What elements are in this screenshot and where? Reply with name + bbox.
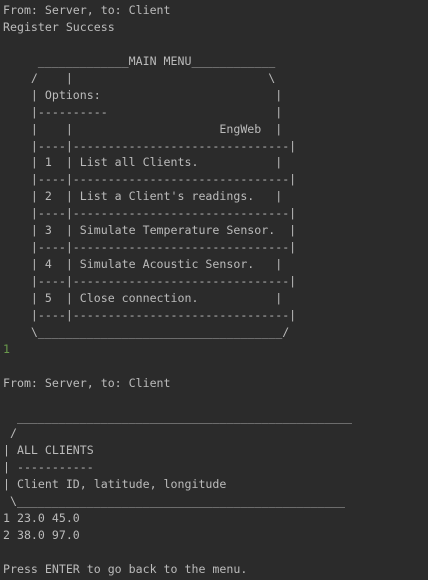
clients-box-title: | ALL CLIENTS	[3, 443, 94, 458]
clients-box-underline: | -----------	[3, 460, 94, 475]
menu-divider: |----|-------------------------------|	[3, 307, 297, 322]
menu-box-corner: / | \	[3, 70, 276, 85]
menu-divider: |----|-------------------------------|	[3, 172, 297, 187]
menu-option-4: | 4 | Simulate Acoustic Sensor. |	[3, 257, 283, 272]
clients-columns-header: | Client ID, latitude, longitude	[3, 477, 227, 492]
menu-box-top-border: _____________MAIN MENU____________	[3, 53, 276, 68]
menu-option-1: | 1 | List all Clients. |	[3, 155, 283, 170]
menu-option-3: | 3 | Simulate Temperature Sensor. |	[3, 223, 297, 238]
menu-brand-row: | | EngWeb |	[3, 121, 283, 136]
client-row: 1 23.0 45.0	[3, 511, 80, 526]
menu-divider: |----|-------------------------------|	[3, 206, 297, 221]
console-line-server-header: From: Server, to: Client	[3, 375, 171, 390]
client-row: 2 38.0 97.0	[3, 528, 80, 543]
menu-box-bottom-border: \___________________________________/	[3, 324, 290, 339]
menu-options-underline: |---------- |	[3, 104, 283, 119]
menu-divider: |----|-------------------------------|	[3, 274, 297, 288]
console-line-register-status: Register Success	[3, 19, 115, 34]
menu-options-heading: | Options: |	[3, 87, 283, 102]
clients-box-bottom-border: \_______________________________________…	[3, 494, 346, 509]
menu-option-5: | 5 | Close connection. |	[3, 290, 283, 305]
menu-divider: |----|-------------------------------|	[3, 240, 297, 255]
menu-option-2: | 2 | List a Client's readings. |	[3, 189, 283, 204]
console-prompt-line: Press ENTER to go back to the menu.	[3, 561, 248, 576]
menu-divider: |----|-------------------------------|	[3, 138, 297, 153]
clients-box-top-border: ________________________________________…	[3, 409, 353, 424]
user-input-line[interactable]: 1	[3, 341, 428, 358]
console-line-server-header: From: Server, to: Client	[3, 3, 171, 17]
clients-box-corner: /	[3, 426, 17, 441]
console-output-area[interactable]: From: Server, to: Client Register Succes…	[0, 0, 428, 580]
